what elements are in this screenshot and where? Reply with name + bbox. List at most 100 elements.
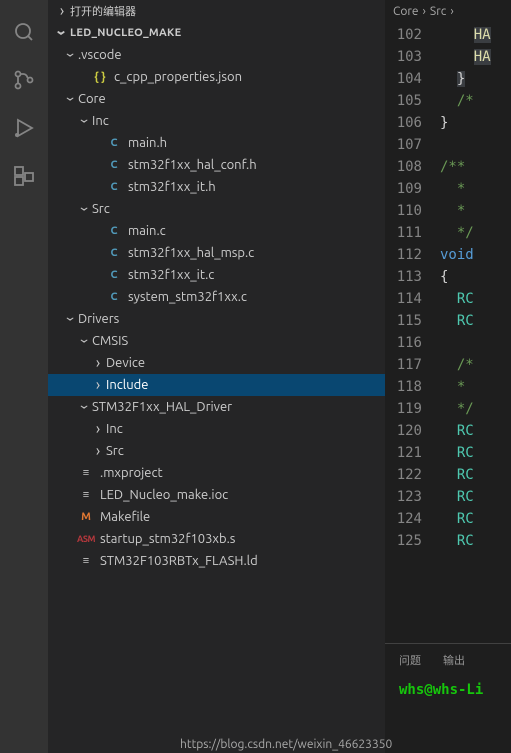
run-debug-icon[interactable] (0, 104, 48, 152)
activity-bar (0, 0, 48, 753)
line-number: 116 (385, 332, 422, 354)
tree-item-label: LED_Nucleo_make.ioc (100, 488, 379, 502)
tab-output[interactable]: 输出 (443, 652, 465, 668)
tree-item-label: Inc (106, 422, 379, 436)
chevron-right-icon (96, 354, 101, 372)
breadcrumb-item[interactable]: Src (430, 5, 446, 18)
code-line[interactable]: /* (440, 354, 511, 376)
folder-cmsis[interactable]: CMSIS (48, 330, 385, 352)
chevron-right-icon (96, 442, 101, 460)
file-c_cpp_properties.json[interactable]: { }c_cpp_properties.json (48, 66, 385, 88)
file-LED_Nucleo_make.ioc[interactable]: ≡ LED_Nucleo_make.ioc (48, 484, 385, 506)
line-number: 123 (385, 486, 422, 508)
code-line[interactable]: * (440, 200, 511, 222)
project-root-header[interactable]: LED_NUCLEO_MAKE (48, 22, 385, 44)
code-line[interactable]: RC (440, 508, 511, 530)
tree-item-label: system_stm32f1xx.c (128, 290, 379, 304)
code-line[interactable]: RC (440, 310, 511, 332)
tree-item-label: Makefile (100, 510, 379, 524)
code-line[interactable]: RC (440, 442, 511, 464)
line-number: 117 (385, 354, 422, 376)
generic-file-icon: ≡ (78, 487, 94, 503)
c-file-icon: C (106, 289, 122, 305)
folder-src[interactable]: Src (48, 440, 385, 462)
folder-inc[interactable]: Inc (48, 418, 385, 440)
code-line[interactable] (440, 134, 511, 156)
source-control-icon[interactable] (0, 56, 48, 104)
tree-item-label: Core (78, 92, 379, 106)
code-line[interactable]: } (440, 68, 511, 90)
code-line[interactable]: /* (440, 90, 511, 112)
line-number: 118 (385, 376, 422, 398)
file-stm32f1xx_it.h[interactable]: Cstm32f1xx_it.h (48, 176, 385, 198)
file-stm32f1xx_it.c[interactable]: Cstm32f1xx_it.c (48, 264, 385, 286)
file-stm32f1xx_hal_conf.h[interactable]: Cstm32f1xx_hal_conf.h (48, 154, 385, 176)
breadcrumb-item[interactable]: Core (393, 5, 419, 18)
folder-device[interactable]: Device (48, 352, 385, 374)
code-line[interactable]: HA (440, 46, 511, 68)
file-system_stm32f1xx.c[interactable]: Csystem_stm32f1xx.c (48, 286, 385, 308)
c-file-icon: C (106, 267, 122, 283)
tree-item-label: startup_stm32f103xb.s (100, 532, 379, 546)
folder-src[interactable]: Src (48, 198, 385, 220)
code-line[interactable]: RC (440, 288, 511, 310)
tree-item-label: stm32f1xx_hal_msp.c (128, 246, 379, 260)
folder-stm32f1xx_hal_driver[interactable]: STM32F1xx_HAL_Driver (48, 396, 385, 418)
code-line[interactable]: */ (440, 222, 511, 244)
tree-item-label: Inc (92, 114, 379, 128)
line-number: 107 (385, 134, 422, 156)
file-STM32F103RBTx_FLASH.ld[interactable]: ≡STM32F103RBTx_FLASH.ld (48, 550, 385, 572)
chevron-down-icon (59, 24, 64, 42)
code-line[interactable]: RC (440, 486, 511, 508)
tree-item-label: STM32F103RBTx_FLASH.ld (100, 554, 379, 568)
file-stm32f1xx_hal_msp.c[interactable]: Cstm32f1xx_hal_msp.c (48, 242, 385, 264)
code-line[interactable]: * (440, 376, 511, 398)
folder-.vscode[interactable]: .vscode (48, 44, 385, 66)
tree-item-label: main.c (128, 224, 379, 238)
panel-tabs: 问题 输出 (399, 652, 511, 682)
breadcrumb[interactable]: Core › Src › (385, 0, 511, 22)
file-Makefile[interactable]: MMakefile (48, 506, 385, 528)
folder-core[interactable]: Core (48, 88, 385, 110)
code-editor[interactable]: 1021031041051061071081091101111121131141… (385, 22, 511, 643)
c-file-icon: C (106, 223, 122, 239)
code-line[interactable]: RC (440, 420, 511, 442)
c-file-icon: C (106, 245, 122, 261)
code-line[interactable]: HA (440, 24, 511, 46)
code-line[interactable]: * (440, 178, 511, 200)
line-number: 125 (385, 530, 422, 552)
extensions-icon[interactable] (0, 152, 48, 200)
line-number: 113 (385, 266, 422, 288)
line-number: 124 (385, 508, 422, 530)
tree-item-label: main.h (128, 136, 379, 150)
code-line[interactable]: RC (440, 530, 511, 552)
file-tree: .vscode{ }c_cpp_properties.json Core Inc Cm… (48, 44, 385, 753)
code-line[interactable]: RC (440, 464, 511, 486)
chevron-down-icon (82, 112, 87, 130)
code-line[interactable]: void (440, 244, 511, 266)
code-line[interactable]: */ (440, 398, 511, 420)
chevron-right-icon: › (423, 5, 426, 18)
code-line[interactable]: /** (440, 156, 511, 178)
code-line[interactable] (440, 332, 511, 354)
code-line[interactable]: } (440, 112, 511, 134)
terminal-prompt[interactable]: whs@whs-Li (399, 682, 511, 698)
chevron-down-icon (82, 332, 87, 350)
folder-include[interactable]: Include (48, 374, 385, 396)
tree-item-label: stm32f1xx_it.h (128, 180, 379, 194)
chevron-down-icon (82, 398, 87, 416)
folder-inc[interactable]: Inc (48, 110, 385, 132)
file-main.h[interactable]: Cmain.h (48, 132, 385, 154)
file-.mxproject[interactable]: ≡.mxproject (48, 462, 385, 484)
open-editors-header[interactable]: 打开的编辑器 (48, 0, 385, 22)
file-startup_stm32f103xb.s[interactable]: ASMstartup_stm32f103xb.s (48, 528, 385, 550)
folder-drivers[interactable]: Drivers (48, 308, 385, 330)
search-icon[interactable] (0, 8, 48, 56)
tree-item-label: stm32f1xx_hal_conf.h (128, 158, 379, 172)
line-number: 106 (385, 112, 422, 134)
file-main.c[interactable]: Cmain.c (48, 220, 385, 242)
code-content[interactable]: HA HA } /*}/** * * */void{ RC RC /* * */… (440, 22, 511, 643)
code-line[interactable]: { (440, 266, 511, 288)
tab-problems[interactable]: 问题 (399, 652, 421, 668)
line-number: 111 (385, 222, 422, 244)
